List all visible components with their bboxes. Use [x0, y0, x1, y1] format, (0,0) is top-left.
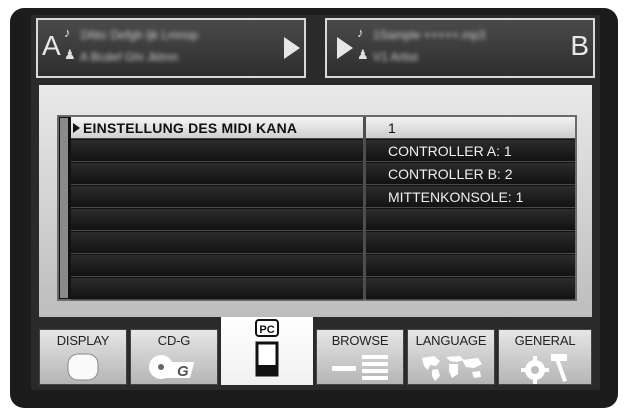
settings-panel: EINSTELLUNG DES MIDI KANA 1 CONTROLLER A…	[39, 85, 592, 317]
browse-icon	[332, 355, 388, 380]
tab-general[interactable]: GENERAL	[498, 329, 592, 385]
deck-b-letter: B	[570, 30, 589, 61]
menu-item[interactable]	[71, 140, 363, 162]
deck-b-play-icon	[337, 37, 353, 59]
svg-text:G: G	[177, 363, 189, 380]
option-item[interactable]	[366, 209, 575, 231]
menu-item-selected[interactable]: EINSTELLUNG DES MIDI KANA	[71, 117, 363, 139]
option-label: 1	[388, 120, 396, 136]
display-icon	[67, 353, 99, 381]
option-label: MITTENKONSOLE: 1	[388, 189, 524, 205]
option-selected[interactable]: 1	[366, 117, 575, 139]
option-item[interactable]	[366, 232, 575, 254]
tab-label: BROWSE	[331, 333, 389, 348]
scrollbar-thumb[interactable]	[60, 118, 68, 298]
tab-label: GENERAL	[514, 333, 576, 348]
option-item[interactable]: CONTROLLER B: 2	[366, 163, 575, 185]
deck-a-letter: A	[42, 30, 61, 61]
artist-icon: ♟	[357, 47, 369, 62]
option-item[interactable]	[366, 255, 575, 277]
deck-a-panel[interactable]: A ♪ ♟ 2Abc Defgh Ijk Lmnop A Bcdef Ghi J…	[36, 18, 306, 78]
menu-item[interactable]	[71, 209, 363, 231]
cdg-icon: G	[149, 355, 195, 380]
music-note-icon: ♪	[64, 25, 71, 40]
pc-icon: PC	[255, 319, 279, 377]
menu-item[interactable]	[71, 163, 363, 185]
deck-a-title: 2Abc Defgh Ijk Lmnop	[80, 28, 199, 42]
menu-item[interactable]	[71, 232, 363, 254]
tools-icon	[521, 354, 567, 384]
deck-a-play-icon	[284, 37, 300, 59]
menu-item-label: EINSTELLUNG DES MIDI KANA	[83, 120, 298, 136]
option-item[interactable]: MITTENKONSOLE: 1	[366, 186, 575, 208]
tab-pc[interactable]: PC	[221, 317, 313, 385]
screen: A ♪ ♟ 2Abc Defgh Ijk Lmnop A Bcdef Ghi J…	[31, 15, 600, 390]
option-item[interactable]	[366, 278, 575, 300]
option-item[interactable]: CONTROLLER A: 1	[366, 140, 575, 162]
selection-caret-icon	[73, 123, 80, 133]
world-map-icon	[422, 356, 482, 381]
music-note-icon: ♪	[357, 25, 364, 40]
deck-b-artist: V1 Artist	[373, 50, 418, 64]
option-label: CONTROLLER B: 2	[388, 166, 513, 182]
deck-b-title: 1Sample +++++.mp3	[373, 28, 486, 42]
deck-b-panel[interactable]: ♪ ♟ 1Sample +++++.mp3 V1 Artist B	[325, 18, 595, 78]
tab-label: LANGUAGE	[415, 333, 487, 348]
category-tabs: DISPLAY CD-G G PC BROWSE LANGUAGE GENERA…	[39, 317, 592, 385]
settings-list: EINSTELLUNG DES MIDI KANA 1 CONTROLLER A…	[57, 115, 577, 301]
tab-label: PC	[259, 324, 274, 336]
tab-label: DISPLAY	[56, 333, 110, 348]
deck-a-artist: A Bcdef Ghi Jklmn	[80, 50, 179, 64]
menu-item[interactable]	[71, 255, 363, 277]
tab-cdg[interactable]: CD-G G	[130, 329, 218, 385]
menu-item[interactable]	[71, 278, 363, 300]
tab-display[interactable]: DISPLAY	[39, 329, 127, 385]
artist-icon: ♟	[64, 47, 76, 62]
tab-browse[interactable]: BROWSE	[316, 329, 404, 385]
menu-item[interactable]	[71, 186, 363, 208]
tab-language[interactable]: LANGUAGE	[407, 329, 495, 385]
tab-label: CD-G	[157, 333, 191, 348]
option-label: CONTROLLER A: 1	[388, 143, 512, 159]
